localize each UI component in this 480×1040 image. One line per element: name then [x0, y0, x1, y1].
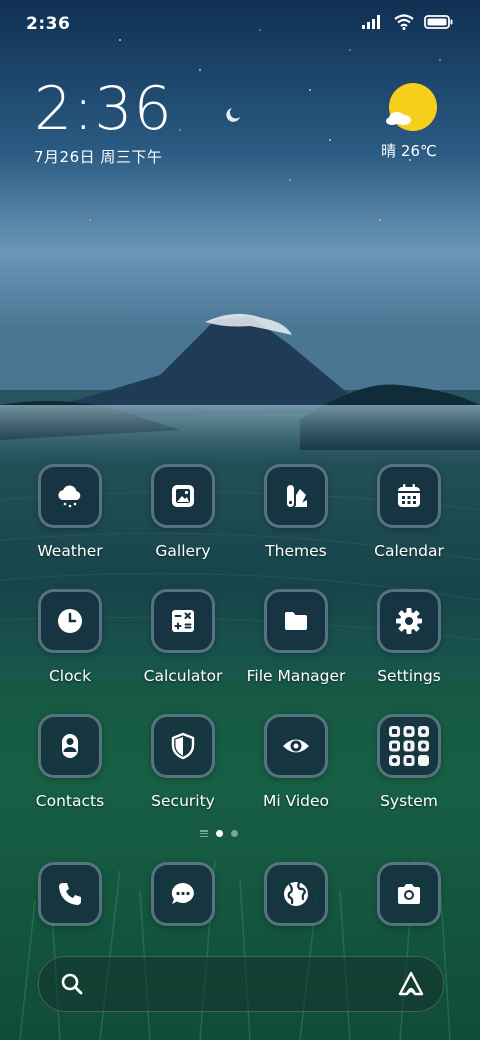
app-icon-tile	[151, 589, 215, 653]
app-icon-tile	[38, 714, 102, 778]
status-time: 2:36	[26, 14, 71, 34]
clock-widget[interactable]: 2:36 7月26日 周三下午	[34, 78, 254, 167]
eye-icon	[283, 739, 309, 753]
dock-browser[interactable]	[240, 862, 352, 926]
page-indicator[interactable]	[200, 830, 238, 837]
app-icon-tile	[151, 862, 215, 926]
search-bar[interactable]	[38, 956, 444, 1012]
app-label: Weather	[37, 542, 103, 560]
shield-icon	[171, 732, 195, 760]
calculator-icon	[172, 610, 194, 632]
clock-icon	[58, 609, 82, 633]
status-bar: 2:36	[0, 0, 480, 50]
search-icon[interactable]	[59, 971, 85, 997]
app-label: Contacts	[35, 792, 105, 810]
app-icon-tile	[38, 862, 102, 926]
app-security[interactable]: Security	[127, 714, 239, 810]
camera-icon	[398, 884, 420, 904]
app-label: Mi Video	[262, 792, 330, 810]
status-icons	[362, 14, 454, 30]
app-icon-tile	[377, 862, 441, 926]
app-label: Calendar	[374, 542, 444, 560]
assistant-icon[interactable]	[397, 970, 425, 998]
clock-time: 2:36	[34, 74, 173, 144]
weather-text: 晴 26℃	[381, 142, 437, 160]
page-dot	[231, 830, 238, 837]
calendar-icon	[398, 484, 420, 507]
app-settings[interactable]: Settings	[353, 589, 465, 685]
app-calculator[interactable]: Calculator	[127, 589, 239, 685]
app-mi-video[interactable]: Mi Video	[240, 714, 352, 810]
app-label: Themes	[265, 542, 327, 560]
sun-cloud-icon	[384, 82, 437, 132]
image-icon	[172, 485, 194, 507]
page-dot-active	[216, 830, 223, 837]
app-label: Settings	[377, 667, 441, 685]
app-clock[interactable]: Clock	[14, 589, 126, 685]
clock-date: 7月26日 周三下午	[34, 148, 163, 166]
phone-icon	[59, 883, 81, 905]
app-label: System	[380, 792, 438, 810]
battery-icon	[424, 15, 453, 29]
weather-widget[interactable]: 晴 26℃	[374, 82, 444, 161]
app-label: Calculator	[143, 667, 223, 685]
signal-icon	[362, 15, 380, 29]
app-label: Security	[151, 792, 215, 810]
themes-icon	[287, 485, 307, 507]
app-icon-tile	[264, 589, 328, 653]
cloud-rain-icon	[58, 485, 81, 508]
gear-icon	[396, 608, 422, 634]
app-themes[interactable]: Themes	[240, 464, 352, 560]
app-icon-tile	[264, 862, 328, 926]
app-label: Clock	[48, 667, 92, 685]
app-contacts[interactable]: Contacts	[14, 714, 126, 810]
dock-phone[interactable]	[14, 862, 126, 926]
app-gallery[interactable]: Gallery	[127, 464, 239, 560]
message-icon	[171, 882, 194, 904]
app-icon-tile	[38, 589, 102, 653]
app-file-manager[interactable]: File Manager	[240, 589, 352, 685]
app-icon-tile	[377, 714, 441, 778]
app-system-folder[interactable]: System	[353, 714, 465, 810]
app-label: File Manager	[246, 667, 346, 685]
app-icon-tile	[151, 714, 215, 778]
app-icon-tile	[151, 464, 215, 528]
globe-icon	[284, 881, 308, 906]
app-icon-tile	[377, 589, 441, 653]
folder-icon	[285, 612, 307, 630]
person-icon	[62, 734, 78, 758]
app-icon-tile	[264, 464, 328, 528]
app-icon-tile	[377, 464, 441, 528]
dock-messages[interactable]	[127, 862, 239, 926]
app-calendar[interactable]: Calendar	[353, 464, 465, 560]
folder-grid-icon	[389, 726, 429, 766]
dock-camera[interactable]	[353, 862, 465, 926]
wifi-icon	[394, 14, 414, 30]
page-list-indicator	[200, 830, 208, 837]
app-icon-tile	[38, 464, 102, 528]
app-label: Gallery	[155, 542, 211, 560]
app-weather[interactable]: Weather	[14, 464, 126, 560]
app-icon-tile	[264, 714, 328, 778]
